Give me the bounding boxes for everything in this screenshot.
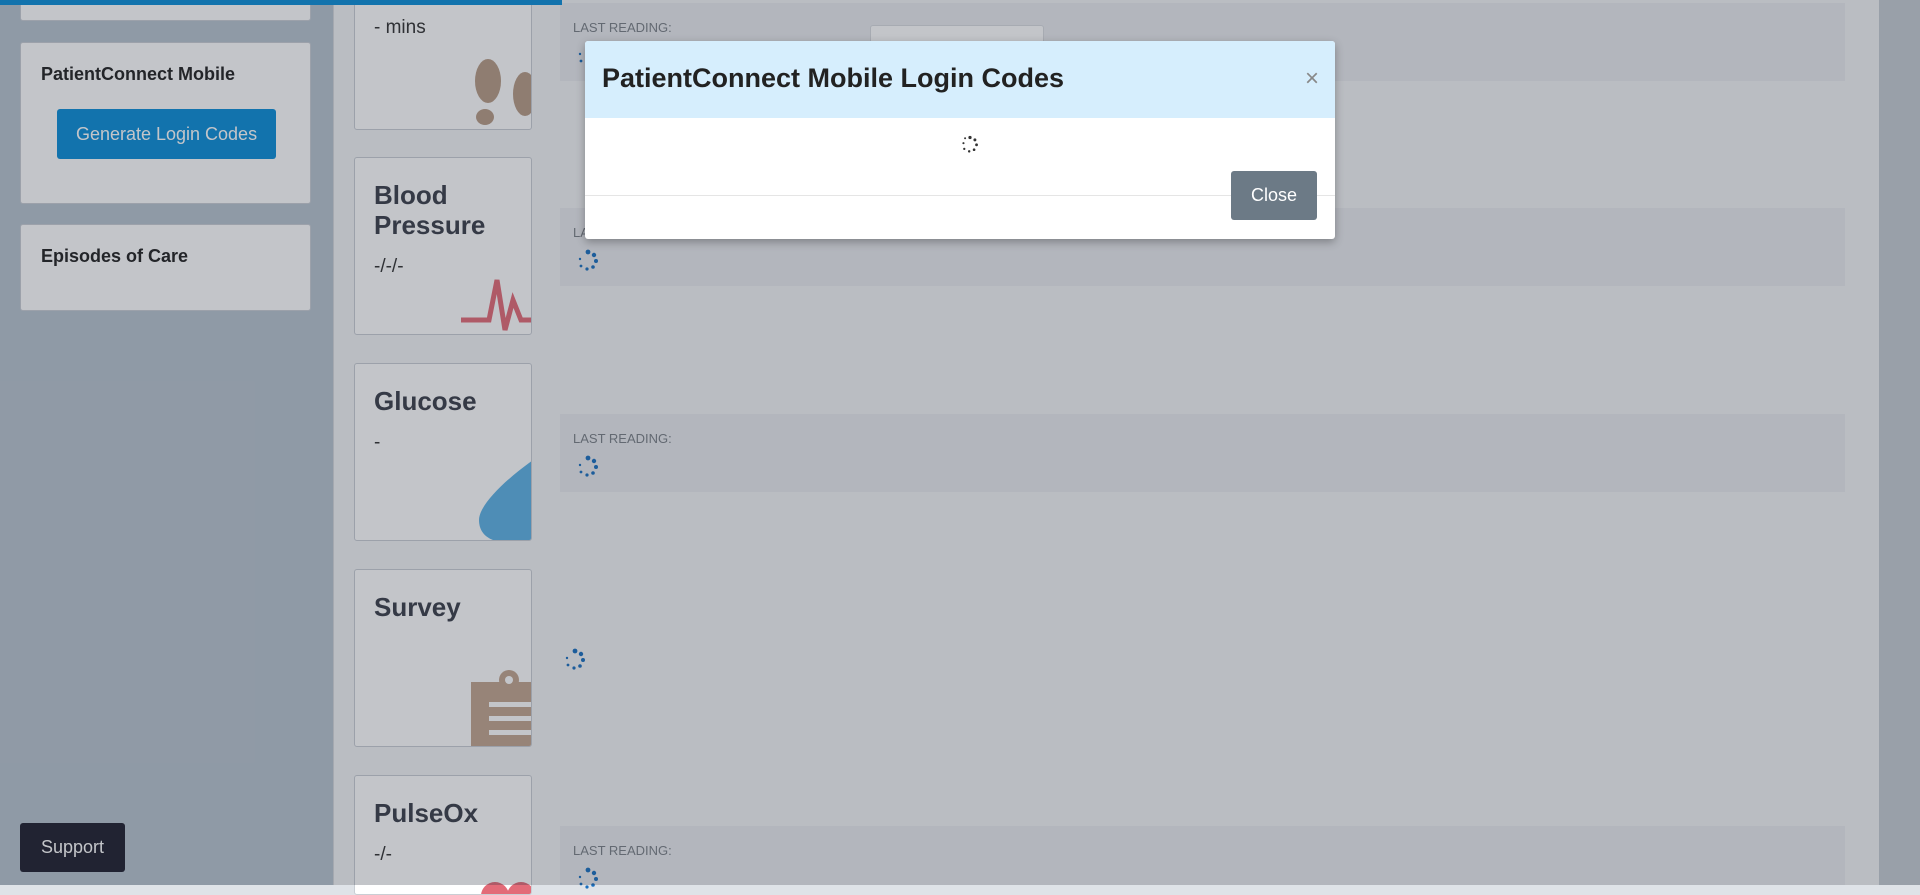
close-button[interactable]: Close: [1231, 171, 1317, 220]
close-icon[interactable]: ×: [1305, 65, 1319, 93]
modal-header: PatientConnect Mobile Login Codes ×: [585, 41, 1335, 118]
login-codes-modal: PatientConnect Mobile Login Codes × Clos…: [585, 41, 1335, 239]
modal-body: [585, 118, 1335, 196]
modal-title: PatientConnect Mobile Login Codes: [602, 63, 1065, 93]
loading-spinner-icon: [962, 135, 978, 153]
